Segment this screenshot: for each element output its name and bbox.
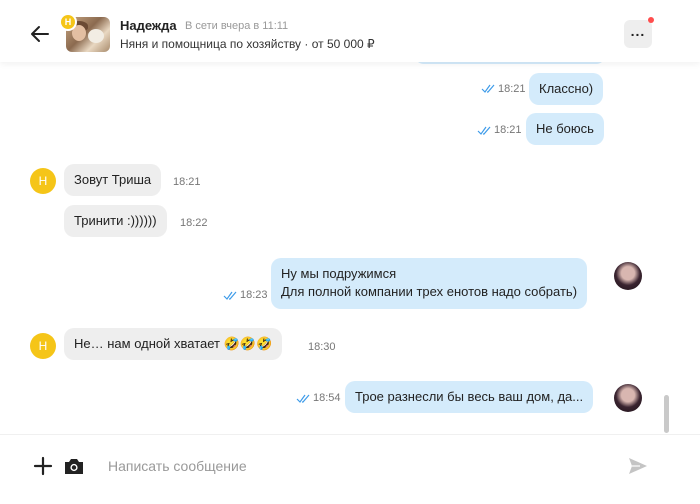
scrollbar-thumb[interactable] bbox=[664, 395, 669, 433]
message-input[interactable] bbox=[100, 451, 600, 481]
double-check-icon bbox=[477, 126, 491, 135]
contact-name[interactable]: Надежда bbox=[120, 18, 177, 33]
send-icon[interactable] bbox=[628, 457, 648, 475]
message-bubble[interactable]: Не боюсь bbox=[526, 113, 604, 145]
message-bubble-partial bbox=[414, 62, 606, 64]
message-bubble[interactable]: Ну мы подружимся Для полной компании тре… bbox=[271, 258, 588, 309]
contact-initial-badge: Н bbox=[59, 13, 77, 31]
message-time: 18:21 bbox=[173, 176, 201, 188]
chat-header: Н Надежда В сети вчера в 11:11 Няня и по… bbox=[0, 0, 700, 62]
contact-subtitle: Няня и помощница по хозяйству · от 50 00… bbox=[120, 37, 375, 51]
more-dots-icon: ... bbox=[630, 23, 646, 39]
message-composer bbox=[0, 434, 700, 504]
arrow-left-icon[interactable] bbox=[28, 22, 52, 46]
double-check-icon bbox=[223, 291, 237, 300]
message-bubble[interactable]: Классно) bbox=[529, 73, 604, 105]
message-time: 18:21 bbox=[498, 83, 526, 95]
contact-status: В сети вчера в 11:11 bbox=[185, 20, 289, 32]
camera-icon[interactable] bbox=[63, 455, 85, 477]
contact-avatar[interactable]: Н bbox=[30, 168, 56, 194]
scrollbar-track[interactable] bbox=[664, 66, 670, 434]
notification-dot bbox=[648, 17, 654, 23]
message-bubble[interactable]: Не… нам одной хватает 🤣🤣🤣 bbox=[64, 328, 283, 360]
message-line: Ну мы подружимся bbox=[281, 266, 397, 281]
message-time: 18:54 bbox=[313, 392, 341, 404]
user-avatar[interactable] bbox=[614, 262, 642, 290]
message-bubble[interactable]: Тринити :)))))) bbox=[64, 205, 167, 237]
message-line: Для полной компании трех енотов надо соб… bbox=[281, 284, 578, 299]
message-time: 18:30 bbox=[308, 341, 336, 353]
user-avatar[interactable] bbox=[614, 384, 642, 412]
double-check-icon bbox=[296, 394, 310, 403]
message-time: 18:23 bbox=[240, 289, 268, 301]
double-check-icon bbox=[481, 84, 495, 93]
plus-icon[interactable] bbox=[32, 455, 54, 477]
message-time: 18:22 bbox=[180, 217, 208, 229]
message-bubble[interactable]: Трое разнесли бы весь ваш дом, да... bbox=[345, 381, 594, 413]
message-time: 18:21 bbox=[494, 124, 522, 136]
contact-avatar[interactable]: Н bbox=[30, 333, 56, 359]
message-list[interactable]: 18:21 Классно) 18:21 Не боюсь Н Зовут Тр… bbox=[0, 62, 700, 434]
more-button[interactable]: ... bbox=[624, 20, 652, 48]
message-bubble[interactable]: Зовут Триша bbox=[64, 164, 162, 196]
